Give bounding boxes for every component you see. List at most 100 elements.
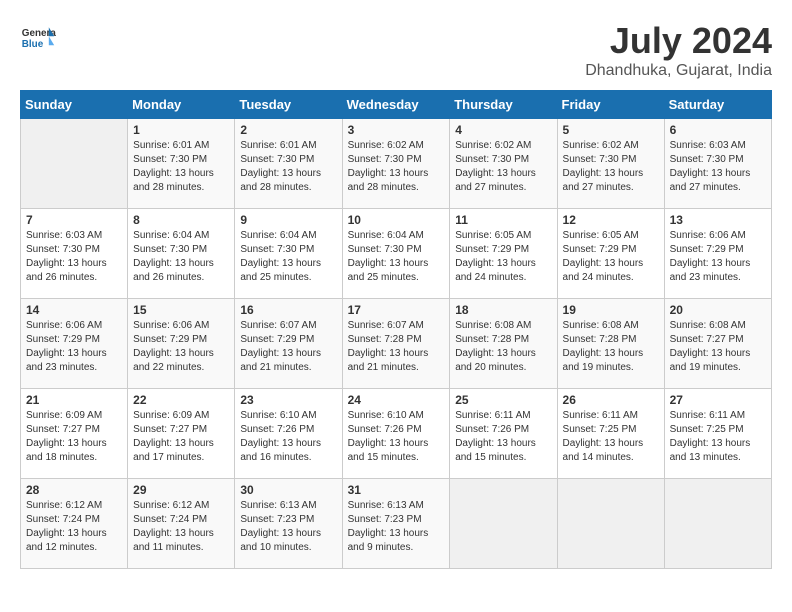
calendar-cell: 10 Sunrise: 6:04 AMSunset: 7:30 PMDaylig… [342, 209, 450, 299]
calendar-cell: 1 Sunrise: 6:01 AMSunset: 7:30 PMDayligh… [128, 119, 235, 209]
location-subtitle: Dhandhuka, Gujarat, India [585, 62, 772, 80]
calendar-cell: 2 Sunrise: 6:01 AMSunset: 7:30 PMDayligh… [235, 119, 342, 209]
day-info: Sunrise: 6:02 AMSunset: 7:30 PMDaylight:… [348, 140, 429, 193]
day-info: Sunrise: 6:04 AMSunset: 7:30 PMDaylight:… [240, 230, 321, 283]
day-info: Sunrise: 6:11 AMSunset: 7:25 PMDaylight:… [670, 410, 751, 463]
header-friday: Friday [557, 91, 664, 119]
calendar-header-row: SundayMondayTuesdayWednesdayThursdayFrid… [21, 91, 772, 119]
day-number: 23 [240, 393, 336, 407]
day-number: 9 [240, 213, 336, 227]
day-info: Sunrise: 6:11 AMSunset: 7:26 PMDaylight:… [455, 410, 536, 463]
calendar-cell: 6 Sunrise: 6:03 AMSunset: 7:30 PMDayligh… [664, 119, 771, 209]
day-number: 3 [348, 123, 445, 137]
day-number: 19 [563, 303, 659, 317]
day-number: 28 [26, 483, 122, 497]
day-info: Sunrise: 6:01 AMSunset: 7:30 PMDaylight:… [240, 140, 321, 193]
day-info: Sunrise: 6:06 AMSunset: 7:29 PMDaylight:… [133, 320, 214, 373]
day-info: Sunrise: 6:12 AMSunset: 7:24 PMDaylight:… [26, 500, 107, 553]
day-number: 15 [133, 303, 229, 317]
calendar-cell: 24 Sunrise: 6:10 AMSunset: 7:26 PMDaylig… [342, 389, 450, 479]
day-info: Sunrise: 6:10 AMSunset: 7:26 PMDaylight:… [348, 410, 429, 463]
logo-icon: General Blue [20, 20, 56, 56]
day-info: Sunrise: 6:13 AMSunset: 7:23 PMDaylight:… [348, 500, 429, 553]
day-info: Sunrise: 6:10 AMSunset: 7:26 PMDaylight:… [240, 410, 321, 463]
header-wednesday: Wednesday [342, 91, 450, 119]
calendar-cell: 15 Sunrise: 6:06 AMSunset: 7:29 PMDaylig… [128, 299, 235, 389]
calendar-cell: 21 Sunrise: 6:09 AMSunset: 7:27 PMDaylig… [21, 389, 128, 479]
calendar-week-row: 21 Sunrise: 6:09 AMSunset: 7:27 PMDaylig… [21, 389, 772, 479]
logo: General Blue [20, 20, 56, 56]
calendar-cell: 11 Sunrise: 6:05 AMSunset: 7:29 PMDaylig… [450, 209, 557, 299]
calendar-cell: 26 Sunrise: 6:11 AMSunset: 7:25 PMDaylig… [557, 389, 664, 479]
day-info: Sunrise: 6:08 AMSunset: 7:28 PMDaylight:… [455, 320, 536, 373]
header-sunday: Sunday [21, 91, 128, 119]
day-info: Sunrise: 6:03 AMSunset: 7:30 PMDaylight:… [670, 140, 751, 193]
day-number: 20 [670, 303, 766, 317]
day-info: Sunrise: 6:04 AMSunset: 7:30 PMDaylight:… [133, 230, 214, 283]
calendar-cell: 14 Sunrise: 6:06 AMSunset: 7:29 PMDaylig… [21, 299, 128, 389]
day-number: 27 [670, 393, 766, 407]
day-info: Sunrise: 6:11 AMSunset: 7:25 PMDaylight:… [563, 410, 644, 463]
calendar-cell: 4 Sunrise: 6:02 AMSunset: 7:30 PMDayligh… [450, 119, 557, 209]
day-number: 5 [563, 123, 659, 137]
day-number: 12 [563, 213, 659, 227]
title-block: July 2024 Dhandhuka, Gujarat, India [585, 20, 772, 80]
calendar-cell: 16 Sunrise: 6:07 AMSunset: 7:29 PMDaylig… [235, 299, 342, 389]
day-info: Sunrise: 6:04 AMSunset: 7:30 PMDaylight:… [348, 230, 429, 283]
day-number: 22 [133, 393, 229, 407]
calendar-cell [664, 479, 771, 569]
day-number: 1 [133, 123, 229, 137]
calendar-cell [21, 119, 128, 209]
calendar-cell: 12 Sunrise: 6:05 AMSunset: 7:29 PMDaylig… [557, 209, 664, 299]
calendar-cell: 20 Sunrise: 6:08 AMSunset: 7:27 PMDaylig… [664, 299, 771, 389]
day-number: 4 [455, 123, 551, 137]
header-tuesday: Tuesday [235, 91, 342, 119]
day-number: 17 [348, 303, 445, 317]
calendar-week-row: 7 Sunrise: 6:03 AMSunset: 7:30 PMDayligh… [21, 209, 772, 299]
header-thursday: Thursday [450, 91, 557, 119]
calendar-cell: 28 Sunrise: 6:12 AMSunset: 7:24 PMDaylig… [21, 479, 128, 569]
day-number: 10 [348, 213, 445, 227]
day-info: Sunrise: 6:01 AMSunset: 7:30 PMDaylight:… [133, 140, 214, 193]
day-number: 8 [133, 213, 229, 227]
day-number: 25 [455, 393, 551, 407]
day-info: Sunrise: 6:08 AMSunset: 7:27 PMDaylight:… [670, 320, 751, 373]
day-info: Sunrise: 6:02 AMSunset: 7:30 PMDaylight:… [455, 140, 536, 193]
calendar-cell: 9 Sunrise: 6:04 AMSunset: 7:30 PMDayligh… [235, 209, 342, 299]
calendar-cell: 30 Sunrise: 6:13 AMSunset: 7:23 PMDaylig… [235, 479, 342, 569]
day-number: 11 [455, 213, 551, 227]
calendar-week-row: 14 Sunrise: 6:06 AMSunset: 7:29 PMDaylig… [21, 299, 772, 389]
day-number: 30 [240, 483, 336, 497]
header-monday: Monday [128, 91, 235, 119]
day-number: 13 [670, 213, 766, 227]
calendar-cell [450, 479, 557, 569]
calendar-week-row: 1 Sunrise: 6:01 AMSunset: 7:30 PMDayligh… [21, 119, 772, 209]
calendar-table: SundayMondayTuesdayWednesdayThursdayFrid… [20, 90, 772, 569]
day-number: 26 [563, 393, 659, 407]
day-number: 6 [670, 123, 766, 137]
day-info: Sunrise: 6:05 AMSunset: 7:29 PMDaylight:… [455, 230, 536, 283]
day-number: 21 [26, 393, 122, 407]
day-number: 18 [455, 303, 551, 317]
day-number: 2 [240, 123, 336, 137]
calendar-cell: 17 Sunrise: 6:07 AMSunset: 7:28 PMDaylig… [342, 299, 450, 389]
day-info: Sunrise: 6:07 AMSunset: 7:28 PMDaylight:… [348, 320, 429, 373]
day-number: 31 [348, 483, 445, 497]
calendar-cell: 31 Sunrise: 6:13 AMSunset: 7:23 PMDaylig… [342, 479, 450, 569]
svg-text:Blue: Blue [22, 39, 44, 50]
day-info: Sunrise: 6:08 AMSunset: 7:28 PMDaylight:… [563, 320, 644, 373]
calendar-cell: 7 Sunrise: 6:03 AMSunset: 7:30 PMDayligh… [21, 209, 128, 299]
day-info: Sunrise: 6:06 AMSunset: 7:29 PMDaylight:… [26, 320, 107, 373]
calendar-cell: 8 Sunrise: 6:04 AMSunset: 7:30 PMDayligh… [128, 209, 235, 299]
calendar-cell: 27 Sunrise: 6:11 AMSunset: 7:25 PMDaylig… [664, 389, 771, 479]
day-info: Sunrise: 6:12 AMSunset: 7:24 PMDaylight:… [133, 500, 214, 553]
calendar-cell: 13 Sunrise: 6:06 AMSunset: 7:29 PMDaylig… [664, 209, 771, 299]
page-header: General Blue July 2024 Dhandhuka, Gujara… [20, 20, 772, 80]
day-info: Sunrise: 6:07 AMSunset: 7:29 PMDaylight:… [240, 320, 321, 373]
day-number: 29 [133, 483, 229, 497]
calendar-cell: 22 Sunrise: 6:09 AMSunset: 7:27 PMDaylig… [128, 389, 235, 479]
month-year-title: July 2024 [585, 20, 772, 62]
calendar-cell: 3 Sunrise: 6:02 AMSunset: 7:30 PMDayligh… [342, 119, 450, 209]
day-number: 14 [26, 303, 122, 317]
calendar-cell [557, 479, 664, 569]
